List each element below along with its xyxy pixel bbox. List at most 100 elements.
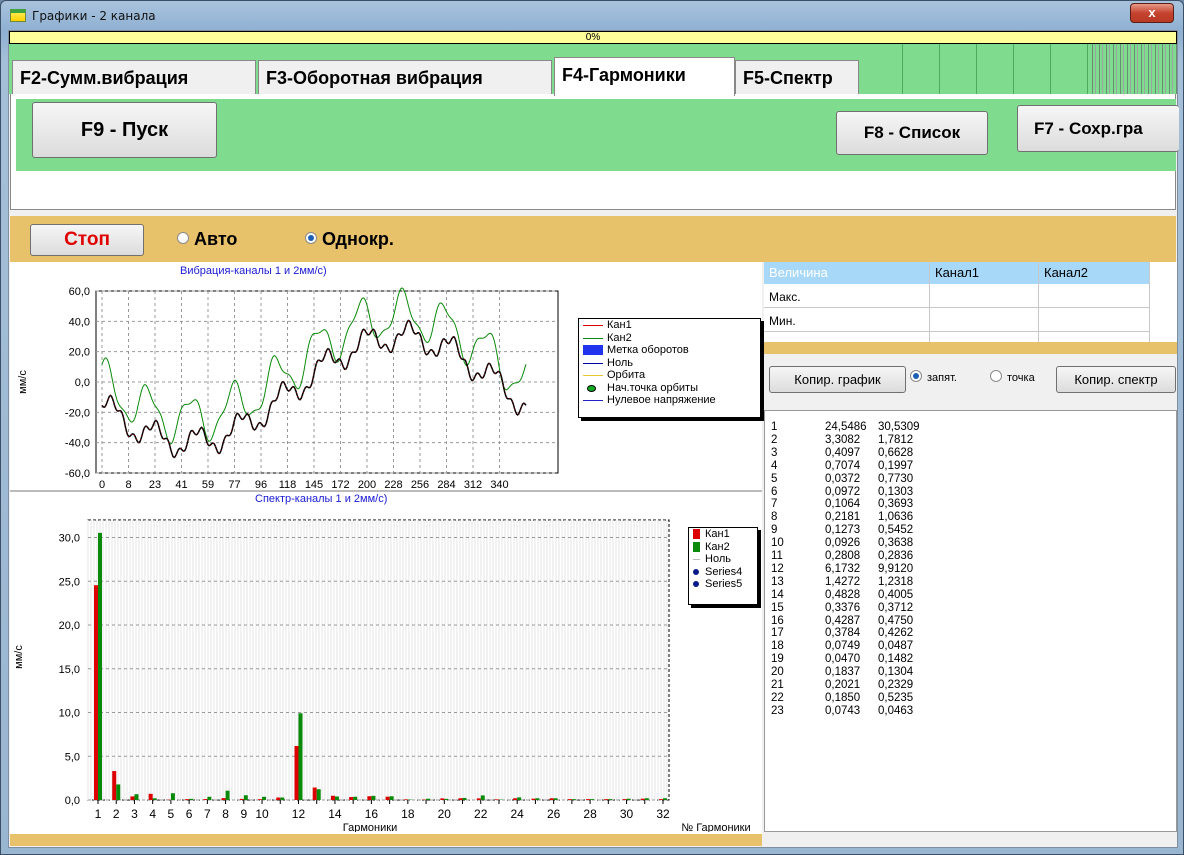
tab-rev-vibration[interactable]: F3-Оборотная вибрация xyxy=(258,60,552,96)
copy-spectrum-button[interactable]: Копир. спектр xyxy=(1056,366,1176,393)
table-cell: 6 xyxy=(771,485,778,498)
charts-area: Вибрация-каналы 1 и 2мм/с) 60,0 40,0 20,0 0… xyxy=(10,262,762,834)
table-cell: 0,6628 xyxy=(878,446,914,459)
grid-line xyxy=(764,307,1149,308)
table-cell: 0,1064 xyxy=(825,498,861,511)
table-cell: 21 xyxy=(771,679,784,691)
client-area: 0% F2-Сумм.вибрация F3-Оборотная вибраци… xyxy=(8,30,1179,848)
table-cell: 17 xyxy=(771,627,784,640)
table-cell: 1,7812 xyxy=(878,433,914,446)
grid-header-ch1: Канал1 xyxy=(935,265,980,280)
chart2-xtick: 6 xyxy=(186,807,193,821)
chart2-ytick: 5,0 xyxy=(65,751,80,763)
legend-swatch-icon xyxy=(583,337,603,339)
chart2-bar-ch2 xyxy=(480,795,485,800)
radio-selected-icon xyxy=(910,370,922,383)
save-graph-button[interactable]: F7 - Сохр.гра xyxy=(1017,105,1179,152)
chart2-bar-ch2 xyxy=(371,795,376,800)
chart2-bar-ch1 xyxy=(221,798,226,800)
chart2-bar-ch1 xyxy=(549,798,554,800)
radio-occupied[interactable]: запят. xyxy=(910,370,957,384)
chart2-bar-ch2 xyxy=(98,532,102,800)
title-bar[interactable]: Графики - 2 канала x xyxy=(1,1,1183,31)
close-button[interactable]: x xyxy=(1130,3,1174,23)
control-band: Стоп Авто Однокр. xyxy=(10,216,1176,262)
grid-line xyxy=(1149,262,1150,342)
chart2-bar-ch1 xyxy=(294,745,299,800)
chart2-bar-ch1 xyxy=(440,798,445,800)
table-cell: 0,3693 xyxy=(878,498,914,511)
chart1-legend-item: Орбита xyxy=(579,369,760,382)
right-band xyxy=(764,342,1177,354)
chart1-ytick: 0,0 xyxy=(75,377,90,389)
copy-graph-button[interactable]: Копир. график xyxy=(769,366,906,393)
chart2-bar-ch2 xyxy=(334,796,339,800)
list-button[interactable]: F8 - Список xyxy=(836,111,988,155)
table-cell: 11 xyxy=(771,550,783,562)
tab-spectrum[interactable]: F5-Спектр xyxy=(735,60,859,96)
app-window: Графики - 2 канала x 0% F2-Сумм.вибрация… xyxy=(0,0,1184,855)
chart2-bar-ch1 xyxy=(148,793,153,800)
harmonics-table[interactable]: 1 24,5486 30,5309 2 3,3082 1,7812 3 0,4097 0,662… xyxy=(764,410,1177,832)
table-cell: 4 xyxy=(771,459,778,472)
table-cell: 3,3082 xyxy=(825,433,861,446)
grid-row-max: Макс. xyxy=(769,290,801,304)
table-cell: 13 xyxy=(771,575,784,588)
table-cell: 0,5452 xyxy=(878,524,914,537)
radio-single-label: Однокр. xyxy=(322,229,394,249)
table-cell: 22 xyxy=(771,691,784,704)
tab-strip-pattern-dense xyxy=(1089,44,1177,94)
chart1-legend-item: Метка оборотов xyxy=(579,344,760,357)
chart2-ytick: 10,0 xyxy=(59,708,80,720)
radio-point[interactable]: точка xyxy=(990,370,1035,384)
legend-swatch-icon xyxy=(693,529,700,539)
chart2-bar-ch2 xyxy=(517,797,522,800)
chart2-ytick: 15,0 xyxy=(59,664,80,676)
legend-swatch-icon xyxy=(693,559,700,560)
chart2-bar-ch2 xyxy=(535,798,540,800)
table-cell: 0,1850 xyxy=(825,691,861,704)
table-cell: 0,2808 xyxy=(825,550,861,562)
chart2-xtick: 30 xyxy=(620,807,634,821)
chart1-ytick: -20,0 xyxy=(65,407,90,419)
stop-button[interactable]: Стоп xyxy=(30,224,144,256)
chart1-ytick: 20,0 xyxy=(69,347,90,359)
legend-swatch-icon xyxy=(587,384,596,392)
tab-harmonics[interactable]: F4-Гармоники xyxy=(554,57,735,96)
table-cell: 16 xyxy=(771,614,784,627)
chart2-ylabel: мм/с xyxy=(13,645,25,669)
chart2-ytick: 20,0 xyxy=(59,620,80,632)
chart2-legend-item: Series4 xyxy=(689,566,757,579)
tab-sum-vibration[interactable]: F2-Сумм.вибрация xyxy=(12,60,256,96)
chart2-xtick: 18 xyxy=(401,807,415,821)
chart2-bar-ch2 xyxy=(444,798,449,800)
table-cell: 18 xyxy=(771,640,784,653)
table-cell: 0,4750 xyxy=(878,614,914,627)
table-cell: 0,3638 xyxy=(878,537,914,550)
legend-swatch-icon xyxy=(583,362,603,364)
start-button[interactable]: F9 - Пуск xyxy=(32,102,217,158)
table-cell: 0,7730 xyxy=(878,472,914,485)
chart2-bar-ch1 xyxy=(640,798,645,800)
table-cell: 1,2318 xyxy=(878,575,914,588)
table-cell: 9,9120 xyxy=(878,562,914,575)
chart2-ytick: 30,0 xyxy=(59,533,80,545)
chart1-ytick: 60,0 xyxy=(69,286,90,298)
chart1-legend-item: Кан2 xyxy=(579,332,760,345)
chart2-bar-ch2 xyxy=(170,793,175,800)
radio-auto[interactable]: Авто xyxy=(177,229,237,250)
chart2-bar-ch1 xyxy=(312,787,317,800)
chart1-legend-label: Кан2 xyxy=(607,331,632,344)
chart2-bar-ch1 xyxy=(203,799,208,800)
chart2-bar-ch2 xyxy=(608,799,613,800)
chart2-bar-ch2 xyxy=(189,798,194,800)
table-cell: 0,2329 xyxy=(878,679,914,691)
legend-swatch-icon xyxy=(693,541,700,552)
radio-single[interactable]: Однокр. xyxy=(305,229,394,250)
table-cell: 0,3376 xyxy=(825,601,861,614)
chart2-xtick: 12 xyxy=(292,807,306,821)
chart2-legend-item: Series5 xyxy=(689,578,757,591)
chart2-xtick: 8 xyxy=(222,807,229,821)
grid-line xyxy=(929,262,930,342)
chart2-legend-item: Кан2 xyxy=(689,541,757,554)
